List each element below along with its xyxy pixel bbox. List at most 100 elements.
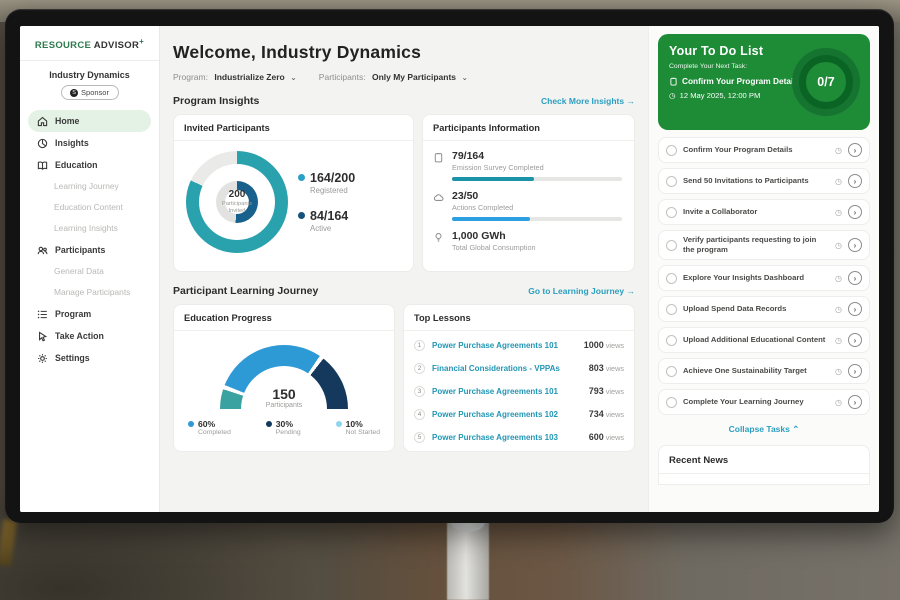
lesson-link[interactable]: Power Purchase Agreements 101 [432,387,582,396]
chevron-down-icon: ⌄ [461,73,468,82]
chevron-right-button[interactable]: › [848,333,862,347]
clock-icon: ◷ [835,208,842,217]
chevron-right-button[interactable]: › [848,395,862,409]
dashboard-screen: RESOURCE ADVISOR+ Industry Dynamics S Sp… [20,26,879,512]
task-row[interactable]: Upload Additional Educational Content ◷ … [658,327,870,353]
task-checkbox[interactable] [666,176,677,187]
participants-filter[interactable]: Participants: Only My Participants ⌄ [319,72,468,82]
legend-item-not-started: 10% Not Started [336,419,380,436]
org-name: Industry Dynamics [20,70,159,80]
sidebar-item-settings[interactable]: Settings [20,347,159,369]
sidebar-item-label: Program [55,309,91,319]
task-checkbox[interactable] [666,304,677,315]
sidebar-item-label: Settings [55,353,90,363]
collapse-tasks-label: Collapse Tasks [729,424,790,434]
sidebar-item-program[interactable]: Program [20,303,159,325]
sidebar-item-take-action[interactable]: Take Action [20,325,159,347]
task-row[interactable]: Verify participants requesting to join t… [658,230,870,260]
sidebar-item-label: Home [55,116,79,126]
sponsor-badge: S Sponsor [61,85,119,100]
todo-progress-ring: 0/7 [792,48,860,116]
lesson-link[interactable]: Financial Considerations - VPPAs [432,364,582,373]
filters-bar: Program: Industrialize Zero ⌄ Participan… [173,72,635,82]
gear-icon [37,353,48,364]
clock-icon: ◷ [835,336,842,345]
task-label: Send 50 Invitations to Participants [683,176,829,186]
task-checkbox[interactable] [666,207,677,218]
lesson-row: 5 Power Purchase Agreements 103 600views [404,423,634,446]
lesson-link[interactable]: Power Purchase Agreements 101 [432,341,577,350]
todo-task-list: Confirm Your Program Details ◷ › Send 50… [658,137,870,415]
task-row[interactable]: Confirm Your Program Details ◷ › [658,137,870,163]
check-more-insights-link[interactable]: Check More Insights → [541,96,635,106]
chevron-right-button[interactable]: › [848,238,862,252]
chevron-right-button[interactable]: › [848,364,862,378]
lesson-link[interactable]: Power Purchase Agreements 102 [432,410,582,419]
chevron-right-button[interactable]: › [848,143,862,157]
task-row[interactable]: Complete Your Learning Journey ◷ › [658,389,870,415]
legend-value: 164/200 [310,171,355,185]
task-checkbox[interactable] [666,366,677,377]
sidebar-item-education[interactable]: Education [20,154,159,176]
lesson-views-count: 793 [589,386,604,396]
book-icon [37,160,48,171]
sidebar-item-participants[interactable]: Participants [20,239,159,261]
sidebar-item-learning-journey[interactable]: Learning Journey [20,176,159,197]
donut-center-label: Participants Invited [217,201,257,215]
chevron-right-button[interactable]: › [848,302,862,316]
legend-item-pending: 30% Pending [266,419,301,436]
task-checkbox[interactable] [666,335,677,346]
sidebar-item-learning-insights[interactable]: Learning Insights [20,218,159,239]
invited-donut-area: 200 Participants Invited 164/200 Registe [174,141,413,253]
task-label: Achieve One Sustainability Target [683,366,829,376]
task-row[interactable]: Upload Spend Data Records ◷ › [658,296,870,322]
sidebar-item-education-content[interactable]: Education Content [20,197,159,218]
gauge-center-value: 150 [220,386,348,402]
app-logo: RESOURCE ADVISOR+ [20,26,159,61]
task-checkbox[interactable] [666,397,677,408]
sidebar-item-manage-participants[interactable]: Manage Participants [20,282,159,303]
cloud-icon [433,192,444,221]
lesson-rank: 3 [414,386,425,397]
collapse-tasks-link[interactable]: Collapse Tasks ⌃ [658,420,870,443]
lesson-views-count: 1000 [584,340,604,350]
link-label: Check More Insights [541,96,624,106]
lesson-views-count: 734 [589,409,604,419]
task-row[interactable]: Explore Your Insights Dashboard ◷ › [658,265,870,291]
chevron-right-button[interactable]: › [848,271,862,285]
top-lessons-card: Top Lessons 1 Power Purchase Agreements … [403,304,635,452]
program-filter-label: Program: [173,72,208,82]
clock-icon: ◷ [835,241,842,250]
stat-row: 23/50 Actions Completed [423,181,634,221]
legend-item-active: 84/164 Active [298,209,355,233]
sidebar-item-insights[interactable]: Insights [20,132,159,154]
people-icon [37,245,48,256]
legend-dot-active [298,212,305,219]
task-label: Confirm Your Program Details [683,145,829,155]
sidebar-item-general-data[interactable]: General Data [20,261,159,282]
page-title: Welcome, Industry Dynamics [173,42,635,63]
chevron-right-button[interactable]: › [848,205,862,219]
card-title: Education Progress [174,305,394,331]
home-icon [37,116,48,127]
task-row[interactable]: Achieve One Sustainability Target ◷ › [658,358,870,384]
views-suffix: views [606,410,624,419]
task-label: Invite a Collaborator [683,207,829,217]
program-filter[interactable]: Program: Industrialize Zero ⌄ [173,72,297,82]
task-label: Upload Spend Data Records [683,304,829,314]
sidebar-item-home[interactable]: Home [28,110,151,132]
task-row[interactable]: Invite a Collaborator ◷ › [658,199,870,225]
participants-filter-value: Only My Participants [372,72,456,82]
task-checkbox[interactable] [666,240,677,251]
sidebar: RESOURCE ADVISOR+ Industry Dynamics S Sp… [20,26,160,512]
chevron-right-button[interactable]: › [848,174,862,188]
go-to-learning-journey-link[interactable]: Go to Learning Journey → [528,286,635,296]
lesson-link[interactable]: Power Purchase Agreements 103 [432,433,582,442]
task-checkbox[interactable] [666,273,677,284]
lesson-rank: 2 [414,363,425,374]
task-row[interactable]: Send 50 Invitations to Participants ◷ › [658,168,870,194]
task-label: Upload Additional Educational Content [683,335,829,345]
progress-bar-track [452,217,622,221]
sidebar-item-label: Participants [55,245,105,255]
task-checkbox[interactable] [666,145,677,156]
